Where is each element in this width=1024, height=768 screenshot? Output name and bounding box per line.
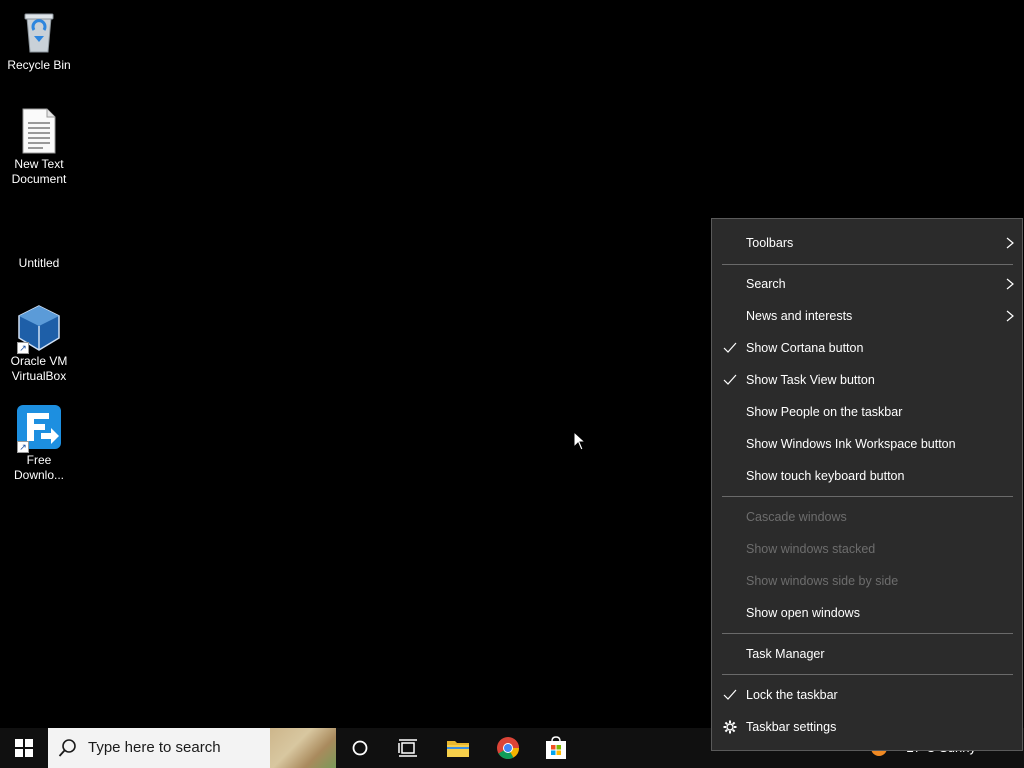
desktop-icon-recycle-bin[interactable]: Recycle Bin xyxy=(0,8,78,73)
text-document-icon xyxy=(15,107,63,155)
menu-item-show-windows-ink[interactable]: Show Windows Ink Workspace button xyxy=(712,428,1022,460)
free-download-manager-icon: ↗ xyxy=(15,403,63,453)
chrome-icon xyxy=(497,737,519,759)
menu-item-lock-the-taskbar[interactable]: Lock the taskbar xyxy=(712,679,1022,711)
windows-logo-icon xyxy=(15,739,33,757)
file-explorer-icon xyxy=(447,741,469,757)
chevron-right-icon xyxy=(1006,310,1014,322)
menu-item-show-cortana-button[interactable]: Show Cortana button xyxy=(712,332,1022,364)
desktop-icon-new-text-document[interactable]: New Text Document xyxy=(0,107,78,187)
blank-icon xyxy=(15,206,63,254)
menu-item-show-task-view-button[interactable]: Show Task View button xyxy=(712,364,1022,396)
file-explorer-button[interactable] xyxy=(434,728,482,768)
menu-item-taskbar-settings[interactable]: Taskbar settings xyxy=(712,711,1022,743)
menu-separator xyxy=(722,264,1013,265)
task-view-icon xyxy=(398,739,417,757)
menu-item-news-and-interests[interactable]: News and interests xyxy=(712,300,1022,332)
start-button[interactable] xyxy=(0,728,48,768)
menu-item-show-windows-side-by-side: Show windows side by side xyxy=(746,574,899,588)
virtualbox-icon: ↗ xyxy=(15,304,63,354)
desktop-icon-label: Free Downlo... xyxy=(13,453,65,482)
cortana-button[interactable] xyxy=(336,728,384,768)
menu-item-show-windows-stacked: Show windows stacked xyxy=(746,542,876,556)
menu-item-cascade-windows: Cascade windows xyxy=(746,510,847,524)
mouse-cursor-icon xyxy=(573,430,587,456)
menu-separator xyxy=(722,633,1013,634)
desktop-icon-free-download-manager[interactable]: ↗ Free Downlo... xyxy=(0,403,78,483)
chrome-button[interactable] xyxy=(484,728,532,768)
shortcut-arrow-icon: ↗ xyxy=(17,342,29,354)
recycle-bin-icon xyxy=(15,8,63,56)
search-highlight-image xyxy=(270,728,336,768)
search-icon xyxy=(58,739,76,757)
desktop-icon-label: New Text Document xyxy=(11,157,67,186)
menu-item-show-open-windows[interactable]: Show open windows xyxy=(712,597,1022,629)
desktop-icon-label: Untitled xyxy=(18,256,60,270)
taskbar-search-box[interactable]: Type here to search xyxy=(48,728,336,768)
gear-icon xyxy=(723,720,737,734)
desktop-icon-label: Oracle VM VirtualBox xyxy=(10,354,68,383)
menu-item-show-people[interactable]: Show People on the taskbar xyxy=(712,396,1022,428)
cortana-icon xyxy=(352,740,368,756)
menu-item-show-touch-keyboard[interactable]: Show touch keyboard button xyxy=(712,460,1022,492)
chevron-right-icon xyxy=(1006,237,1014,249)
desktop-icon-label: Recycle Bin xyxy=(7,58,71,72)
taskbar-context-menu[interactable]: Toolbars Search News and interests Show … xyxy=(711,218,1023,751)
menu-item-task-manager[interactable]: Task Manager xyxy=(712,638,1022,670)
menu-separator xyxy=(722,674,1013,675)
menu-separator xyxy=(722,496,1013,497)
search-placeholder: Type here to search xyxy=(88,739,221,756)
chevron-right-icon xyxy=(1006,278,1014,290)
menu-item-search[interactable]: Search xyxy=(712,268,1022,300)
microsoft-store-button[interactable] xyxy=(532,728,580,768)
checkmark-icon xyxy=(723,342,737,353)
shortcut-arrow-icon: ↗ xyxy=(17,441,29,453)
checkmark-icon xyxy=(723,689,737,700)
desktop-icon-oracle-vm-virtualbox[interactable]: ↗ Oracle VM VirtualBox xyxy=(0,304,78,384)
microsoft-store-icon xyxy=(546,736,566,759)
task-view-button[interactable] xyxy=(384,728,432,768)
desktop-icon-untitled[interactable]: Untitled xyxy=(0,206,78,271)
checkmark-icon xyxy=(723,374,737,385)
menu-item-toolbars[interactable]: Toolbars xyxy=(712,227,1022,259)
